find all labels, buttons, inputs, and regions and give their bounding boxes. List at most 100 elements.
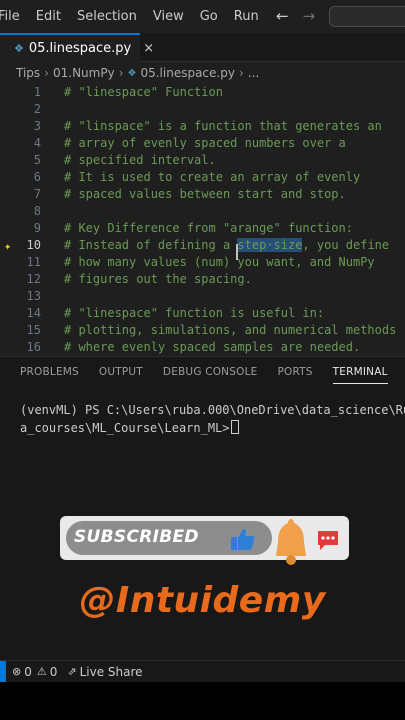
menu-file[interactable]: File (0, 9, 28, 24)
nav-arrows: ← → (276, 7, 315, 25)
comment-text-before: # Instead of defining a (64, 238, 238, 252)
channel-brand: @Intuidemy (79, 580, 326, 621)
remote-indicator[interactable] (0, 660, 6, 683)
menu-go[interactable]: Go (192, 9, 226, 24)
terminal-prompt-line2: a_courses\ML_Course\Learn_ML> (20, 421, 230, 435)
line-number: 8 (33, 204, 41, 218)
line-number: 14 (26, 306, 41, 320)
line-number: 2 (33, 102, 41, 116)
editor-tab-bar: ❖ 05.linespace.py × (0, 33, 405, 62)
error-count: 0 (24, 664, 32, 679)
bottom-letterbox (0, 682, 405, 720)
bell-icon (276, 519, 306, 565)
tab-debug-console[interactable]: DEBUG CONSOLE (153, 357, 268, 387)
mouse-cursor-icon (236, 244, 238, 260)
back-arrow-icon[interactable]: ← (276, 7, 289, 25)
line-number: 4 (33, 136, 41, 150)
tab-output[interactable]: OUTPUT (89, 357, 153, 387)
python-file-icon: ❖ (127, 67, 137, 79)
line-number: 3 (33, 119, 41, 133)
panel-tab-bar: PROBLEMS OUTPUT DEBUG CONSOLE PORTS TERM… (0, 357, 405, 387)
menu-view[interactable]: View (145, 9, 192, 24)
thumbs-up-icon (231, 528, 255, 550)
comment-text: # "linespace" Function (64, 85, 223, 99)
chat-bubble-icon (318, 531, 338, 550)
live-share-icon: ⇗ (67, 665, 77, 678)
line-number: 6 (33, 170, 41, 184)
error-icon: ⊗ (12, 665, 22, 678)
code-line: 2 (0, 101, 405, 118)
tab-problems[interactable]: PROBLEMS (0, 357, 89, 387)
comment-text: # Key Difference from "arange" function: (64, 221, 353, 235)
close-icon[interactable]: × (143, 41, 154, 56)
terminal-prompt-line1: (venvML) PS C:\Users\ruba.000\OneDrive\d… (20, 403, 405, 417)
comment-text: # "linespace" function is useful in: (64, 306, 325, 320)
comment-text: # where evenly spaced samples are needed… (64, 340, 361, 354)
code-line-active: ✦ 10 # Instead of defining a step·size, yo… (0, 237, 405, 254)
comment-text: # how many values (num) you want, and Nu… (64, 255, 375, 269)
warning-count: 0 (49, 664, 58, 679)
breadcrumb-item-numpy[interactable]: 01.NumPy (53, 66, 115, 80)
warning-icon: ⚠ (36, 665, 47, 678)
comment-text: # plotting, simulations, and numerical m… (64, 323, 397, 337)
code-line: 12 # figures out the spacing. (0, 271, 405, 288)
line-number: 15 (26, 323, 41, 337)
menu-edit[interactable]: Edit (28, 9, 69, 24)
line-number: 16 (26, 340, 41, 354)
menu-selection[interactable]: Selection (69, 9, 145, 24)
code-line: 14 # "linespace" function is useful in: (0, 305, 405, 322)
comment-text: # It is used to create an array of evenl… (64, 170, 361, 184)
code-line: 8 (0, 203, 405, 220)
line-number: 10 (26, 238, 41, 252)
command-center-search[interactable] (329, 6, 405, 27)
terminal-cursor (230, 420, 239, 434)
text-selection: step·size (237, 238, 303, 252)
live-share-label: Live Share (79, 664, 143, 679)
comment-text: # "linspace" is a function that generate… (64, 119, 382, 133)
forward-arrow-icon[interactable]: → (303, 7, 316, 25)
code-line: 6 # It is used to create an array of even… (0, 169, 405, 186)
comment-text: # figures out the spacing. (64, 272, 252, 286)
code-line: 16 # where evenly spaced samples are need… (0, 339, 405, 356)
breadcrumb-item-file[interactable]: 05.linespace.py (140, 66, 234, 80)
status-live-share[interactable]: ⇗ Live Share (67, 665, 142, 679)
code-line: 7 # spaced values between start and stop. (0, 186, 405, 203)
comment-text: # Instead of defining a step·size, you d… (64, 237, 389, 254)
line-number: 9 (33, 221, 41, 235)
comment-text: # array of evenly spaced numbers over a (64, 136, 346, 150)
comment-text: # specified interval. (64, 153, 216, 167)
line-number: 11 (26, 255, 41, 269)
line-number: 12 (26, 272, 41, 286)
code-line: 13 (0, 288, 405, 305)
subscribed-label: SUBSCRIBED (74, 527, 199, 547)
tab-terminal[interactable]: TERMINAL (323, 357, 398, 387)
code-editor[interactable]: 1 # "linespace" Function 2 3 # "linspace" … (0, 84, 405, 356)
breadcrumb-item-tips[interactable]: Tips (16, 66, 40, 80)
breadcrumb: Tips › 01.NumPy › ❖ 05.linespace.py › ..… (0, 62, 405, 84)
chevron-right-icon: › (44, 66, 49, 80)
tab-linespace[interactable]: ❖ 05.linespace.py × (0, 33, 154, 62)
code-line: 11 # how many values (num) you want, and … (0, 254, 405, 271)
terminal-output[interactable]: (venvML) PS C:\Users\ruba.000\OneDrive\d… (20, 401, 405, 437)
line-number: 7 (33, 187, 41, 201)
code-line: 9 # Key Difference from "arange" function… (0, 220, 405, 237)
status-problems[interactable]: ⊗ 0 ⚠ 0 (12, 665, 57, 679)
code-line: 15 # plotting, simulations, and numerical… (0, 322, 405, 339)
comment-text: # spaced values between start and stop. (64, 187, 346, 201)
status-bar: ⊗ 0 ⚠ 0 ⇗ Live Share (0, 660, 405, 683)
breadcrumb-item-symbol[interactable]: ... (248, 66, 259, 80)
line-number: 13 (26, 289, 41, 303)
menu-bar: File Edit Selection View Go Run ← → (0, 0, 405, 33)
chevron-right-icon: › (118, 66, 124, 80)
chevron-right-icon: › (238, 66, 244, 80)
menu-run[interactable]: Run (226, 9, 267, 24)
line-number: 5 (33, 153, 41, 167)
code-line: 5 # specified interval. (0, 152, 405, 169)
code-line: 1 # "linespace" Function (0, 84, 405, 101)
code-line: 4 # array of evenly spaced numbers over a (0, 135, 405, 152)
comment-text-after: , you define (302, 238, 390, 252)
tab-ports[interactable]: PORTS (267, 357, 322, 387)
code-line: 3 # "linspace" is a function that generat… (0, 118, 405, 135)
python-file-icon: ❖ (14, 42, 24, 55)
line-number: 1 (33, 85, 41, 99)
